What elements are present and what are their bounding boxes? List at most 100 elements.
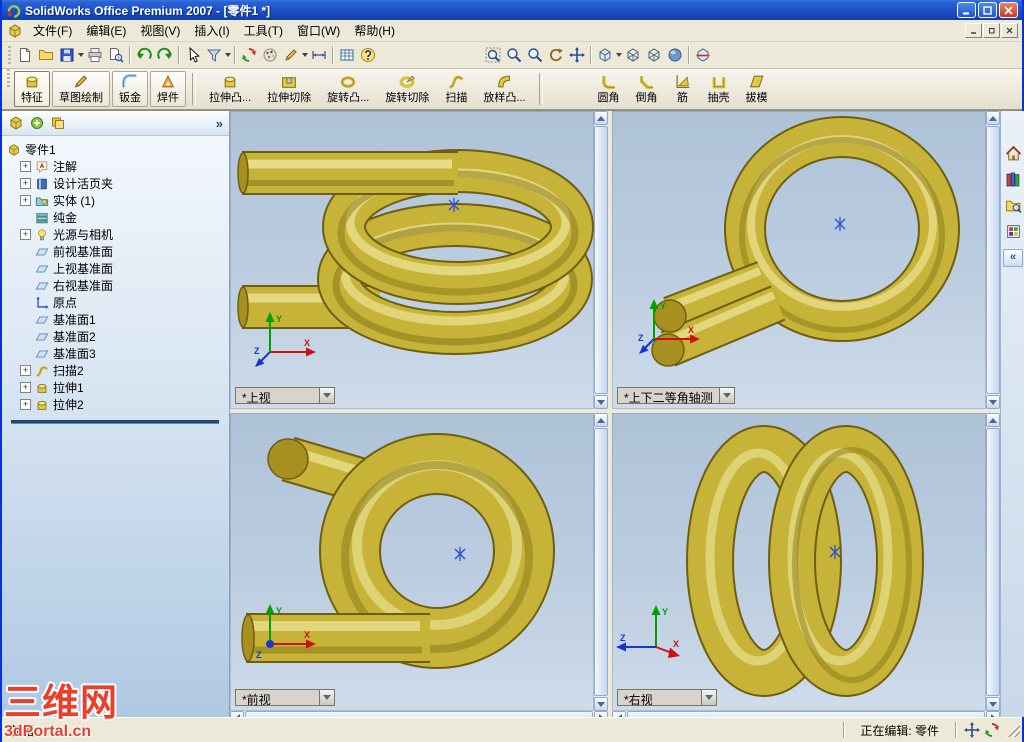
rotate-view-button[interactable] [545,44,566,66]
tree-item-lights-cameras[interactable]: + 光源与相机 [7,226,229,243]
vertical-scrollbar[interactable] [594,111,608,409]
tab-sheet-metal[interactable]: 钣金 [112,71,148,107]
vertical-splitter[interactable] [608,111,612,725]
doc-minimize-button[interactable] [965,23,982,38]
tree-item-front-plane[interactable]: 前视基准面 [7,243,229,260]
section-view-button[interactable] [692,44,713,66]
fillet-button[interactable]: 圆角 [591,71,627,107]
vertical-scrollbar[interactable] [986,111,1000,409]
menu-view[interactable]: 视图(V) [133,20,187,41]
design-table-button[interactable] [336,44,357,66]
scrollbar-track[interactable] [986,125,1000,395]
vertical-scrollbar[interactable] [986,413,1000,711]
feature-manager-tab-icon[interactable] [8,115,24,131]
revolved-boss-button[interactable]: 旋转凸... [320,71,376,107]
doc-close-button[interactable] [1001,23,1018,38]
expand-toggle[interactable]: + [20,161,31,172]
tree-item-plane3[interactable]: 基准面3 [7,345,229,362]
scroll-down-button[interactable] [594,697,608,711]
zoom-in-out-button[interactable] [524,44,545,66]
horizontal-splitter[interactable] [230,409,1000,413]
view-name[interactable]: *上下二等角轴测 [617,387,719,405]
expand-toggle[interactable]: + [20,399,31,410]
help-button[interactable] [357,44,378,66]
open-button[interactable] [35,44,56,66]
new-document-button[interactable] [14,44,35,66]
smart-dimension-button[interactable] [308,44,329,66]
expand-toggle[interactable]: + [20,365,31,376]
tree-item-plane2[interactable]: 基准面2 [7,328,229,345]
coil-model-front-view[interactable] [230,413,594,711]
status-pointer-icon[interactable] [964,722,980,738]
rollback-bar[interactable] [11,420,219,424]
tree-item-extrude2[interactable]: + 拉伸2 [7,396,229,413]
sketch-button[interactable] [280,44,301,66]
doc-restore-button[interactable] [983,23,1000,38]
edit-color-button[interactable] [259,44,280,66]
extruded-boss-button[interactable]: 拉伸凸... [202,71,258,107]
tab-sketch[interactable]: 草图绘制 [52,71,110,107]
hidden-lines-button[interactable] [643,44,664,66]
extruded-cut-button[interactable]: 拉伸切除 [260,71,318,107]
scrollbar-track[interactable] [986,427,1000,697]
print-button[interactable] [84,44,105,66]
menu-insert[interactable]: 插入(I) [187,20,236,41]
tab-features[interactable]: 特征 [14,71,50,107]
shell-button[interactable]: 抽壳 [701,71,737,107]
custom-properties-icon[interactable] [1005,223,1022,240]
tree-item-sweep2[interactable]: + 扫描2 [7,362,229,379]
viewport-front-view[interactable]: Y X Z *前视 [230,413,594,711]
menu-edit[interactable]: 编辑(E) [79,20,133,41]
tree-item-annotations[interactable]: + 注解 [7,158,229,175]
title-bar[interactable]: SolidWorks Office Premium 2007 - [零件1 *] [2,0,1022,20]
sketch-point-marker[interactable] [827,544,843,560]
view-dropdown-button[interactable] [319,387,335,404]
minimize-button[interactable] [957,2,976,18]
menu-help[interactable]: 帮助(H) [347,20,402,41]
draft-button[interactable]: 拔模 [739,71,775,107]
redo-button[interactable] [154,44,175,66]
expand-toggle[interactable]: + [20,195,31,206]
standard-views-button[interactable] [594,44,615,66]
scrollbar-thumb[interactable] [986,126,1000,394]
tree-item-material[interactable]: 纯金 [7,209,229,226]
selection-filter-button[interactable] [203,44,224,66]
sketch-point-marker[interactable] [452,546,468,562]
scroll-up-button[interactable] [594,111,608,125]
rebuild-button[interactable] [238,44,259,66]
expand-toggle[interactable]: + [20,178,31,189]
file-explorer-icon[interactable] [1005,197,1022,214]
viewport-isometric-view[interactable]: Y X Z *上下二等角轴测 [612,111,986,409]
sweep-button[interactable]: 扫描 [438,71,474,107]
chamfer-button[interactable]: 倒角 [629,71,665,107]
featurebar-grip[interactable] [7,69,10,87]
pan-button[interactable] [566,44,587,66]
zoom-fit-button[interactable] [482,44,503,66]
close-button[interactable] [999,2,1018,18]
view-dropdown-button[interactable] [319,689,335,706]
tree-item-origin[interactable]: 原点 [7,294,229,311]
tree-item-top-plane[interactable]: 上视基准面 [7,260,229,277]
panel-expand-chevron[interactable]: » [216,116,223,131]
scroll-down-button[interactable] [986,697,1000,711]
print-preview-button[interactable] [105,44,126,66]
sketch-point-marker[interactable] [832,216,848,232]
zoom-area-button[interactable] [503,44,524,66]
select-pointer-button[interactable] [182,44,203,66]
save-button[interactable] [56,44,77,66]
vertical-scrollbar[interactable] [594,413,608,711]
menu-tools[interactable]: 工具(T) [237,20,290,41]
property-manager-tab-icon[interactable] [29,115,45,131]
maximize-button[interactable] [978,2,997,18]
resize-grip[interactable] [1006,723,1020,737]
scrollbar-track[interactable] [594,125,608,395]
viewport-right-view[interactable]: Y Z X *右视 [612,413,986,711]
scrollbar-thumb[interactable] [594,428,608,696]
expand-toggle[interactable]: + [20,382,31,393]
expand-toggle[interactable]: + [20,229,31,240]
scroll-down-button[interactable] [594,395,608,409]
tab-weldments[interactable]: 焊件 [150,71,186,107]
wireframe-button[interactable] [622,44,643,66]
shaded-button[interactable] [664,44,685,66]
view-name[interactable]: *上视 [235,387,319,405]
